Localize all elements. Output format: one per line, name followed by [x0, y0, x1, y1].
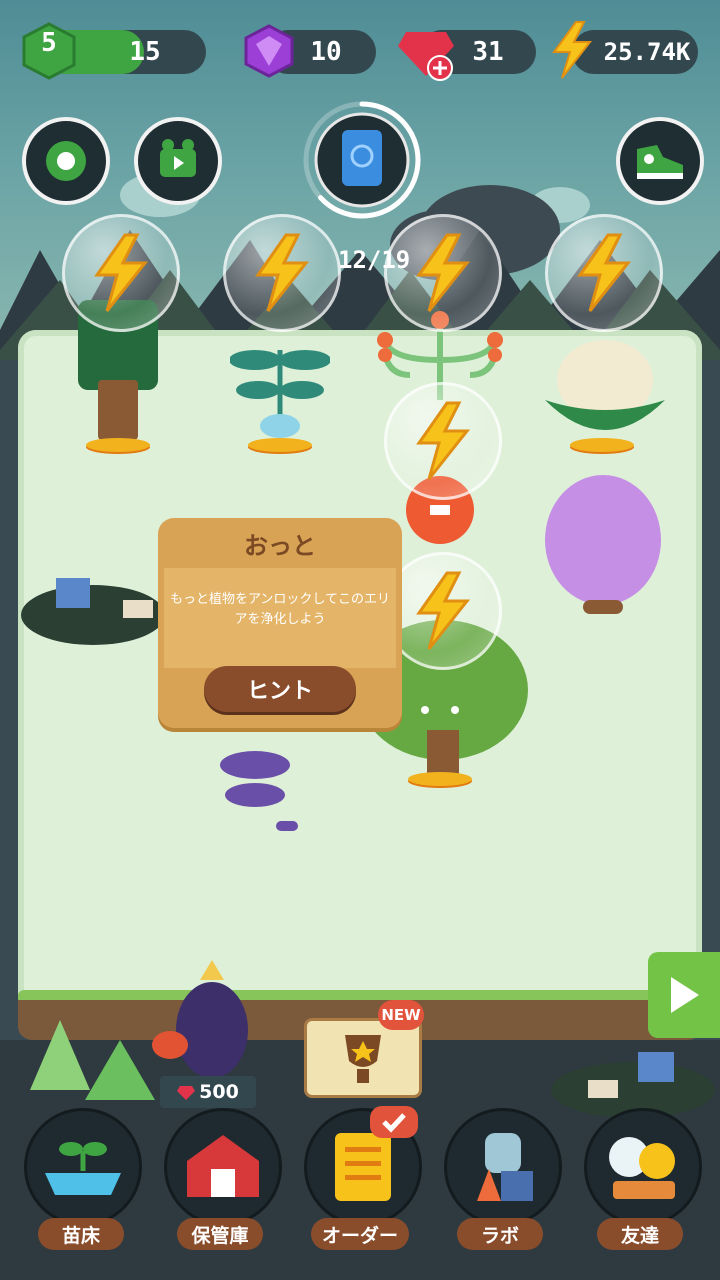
plant-pad [86, 438, 150, 452]
lightning-icon [94, 233, 149, 312]
new-badge: NEW [378, 1000, 424, 1030]
lightning-icon [416, 233, 471, 312]
lightning-icon [552, 21, 593, 79]
sleeping-monster[interactable] [150, 960, 260, 1080]
friends-icon [609, 1137, 675, 1199]
purple-blob-plant[interactable] [538, 470, 668, 620]
play-icon [671, 977, 699, 1013]
sneaker-icon [637, 145, 683, 179]
lightning-icon [416, 401, 471, 480]
price-value: 500 [199, 1081, 239, 1103]
pine-trees [30, 1020, 155, 1100]
video-button[interactable] [134, 117, 222, 205]
pollution-goo [220, 751, 298, 831]
gear-icon [46, 141, 86, 181]
lightning-icon [416, 571, 471, 650]
energy-bubble[interactable] [62, 214, 180, 332]
cream-bulb-plant[interactable] [540, 320, 670, 450]
hint-button[interactable]: ヒント [204, 666, 356, 712]
next-area-button[interactable] [648, 952, 720, 1038]
leaf-plant[interactable] [230, 320, 330, 440]
journal-progress-ring[interactable] [296, 94, 428, 226]
gem-icon [244, 24, 294, 78]
nav-friends-label[interactable]: 友達 [597, 1218, 683, 1250]
energy-bubble[interactable] [384, 382, 502, 500]
nav-seedbed-button[interactable] [24, 1108, 142, 1226]
order-check-badge [370, 1106, 418, 1138]
barn-icon [187, 1135, 259, 1197]
lab-icon [477, 1133, 533, 1201]
pollution-patch-left [21, 578, 165, 645]
nav-seedbed-label[interactable]: 苗床 [38, 1218, 124, 1250]
shoe-button[interactable] [616, 117, 704, 205]
energy-bubble[interactable] [223, 214, 341, 332]
ruby-add-icon[interactable] [396, 24, 456, 82]
trophy-icon [345, 1035, 381, 1083]
ruby-icon [177, 1086, 196, 1100]
plant-pad [248, 438, 312, 452]
check-icon [382, 1113, 406, 1133]
energy-bubble[interactable] [545, 214, 663, 332]
nav-friends-button[interactable] [584, 1108, 702, 1226]
nav-storage-button[interactable] [164, 1108, 282, 1226]
lightning-icon [255, 233, 310, 312]
monster-price[interactable]: 500 [160, 1076, 256, 1108]
plant-pad [408, 772, 472, 786]
sprout-icon [45, 1142, 121, 1195]
nav-lab-button[interactable] [444, 1108, 562, 1226]
xp-value: 15 [129, 37, 161, 67]
trophy-board[interactable] [304, 1018, 422, 1098]
level-number: 5 [41, 28, 57, 58]
video-camera-icon [160, 139, 196, 177]
energy-bubble[interactable] [384, 214, 502, 332]
energy-value: 25.74K [603, 38, 691, 66]
lightning-icon [577, 233, 632, 312]
oops-tooltip: おっと もっと植物をアンロックしてこのエリアを浄化しよう ヒント [158, 518, 402, 728]
nav-lab-label[interactable]: ラボ [457, 1218, 543, 1250]
settings-button[interactable] [22, 117, 110, 205]
tooltip-title: おっと [244, 532, 316, 560]
nav-storage-label[interactable]: 保管庫 [177, 1218, 263, 1250]
tooltip-message: もっと植物をアンロックしてこのエリアを浄化しよう [169, 592, 391, 627]
plant-journal-icon [342, 130, 382, 186]
nav-orders-label[interactable]: オーダー [311, 1218, 409, 1250]
plant-pad [570, 438, 634, 452]
